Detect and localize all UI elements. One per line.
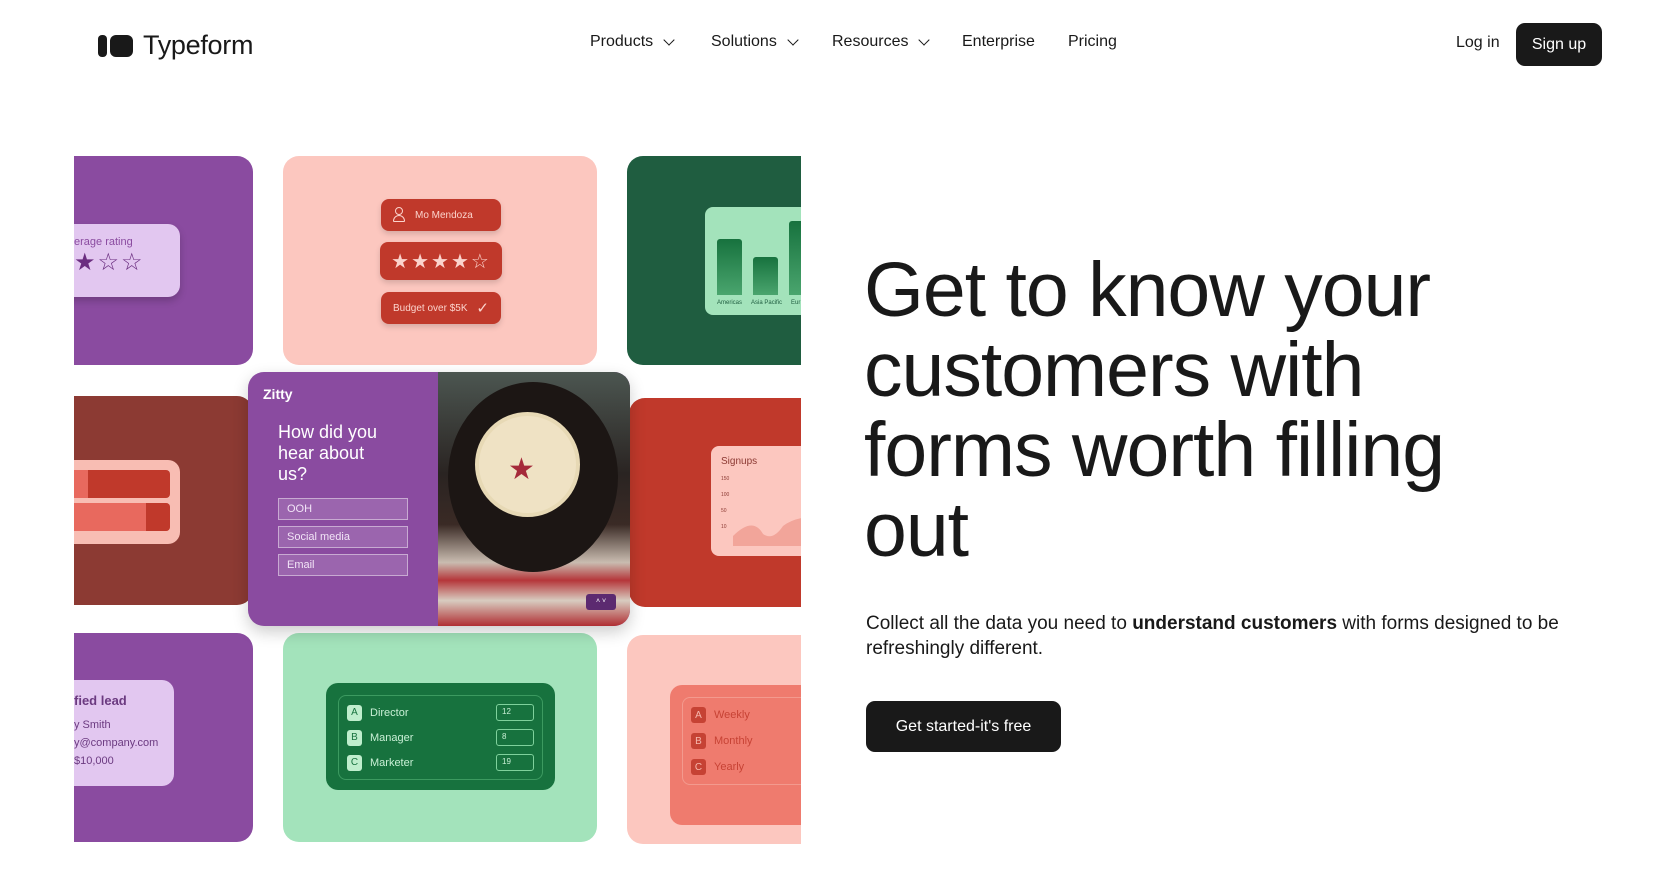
role-row[interactable]: C Marketer 19 — [347, 750, 534, 775]
role-row[interactable]: B Manager 8 — [347, 725, 534, 750]
lead-email: y@company.com — [74, 737, 159, 749]
frequency-option[interactable]: B Monthly — [691, 728, 801, 754]
frequency-option[interactable]: C Yearly — [691, 754, 801, 780]
zitty-form-card: Zitty How did you hear about us? OOH Soc… — [248, 372, 630, 626]
nav-products[interactable]: Products — [590, 33, 675, 51]
logo[interactable]: Typeform — [98, 30, 253, 61]
check-icon: ✓ — [476, 300, 489, 317]
roles-card: A Director 12 B Manager 8 C Marketer 19 — [283, 633, 597, 842]
user-icon — [393, 207, 405, 223]
profile-card: Mo Mendoza ★★★★☆ Budget over $5K ✓ — [283, 156, 597, 365]
zitty-brand: Zitty — [263, 386, 293, 402]
hero-description: Collect all the data you need to underst… — [866, 613, 1559, 659]
login-link[interactable]: Log in — [1456, 34, 1500, 52]
option-ooh[interactable]: OOH — [278, 498, 408, 520]
lead-card: fied lead y Smith y@company.com $10,000 — [74, 633, 253, 842]
frequency-option[interactable]: A Weekly — [691, 702, 801, 728]
area-chart — [733, 518, 801, 546]
lead-name: y Smith — [74, 719, 111, 731]
signups-title: Signups — [721, 456, 758, 467]
brand-name: Typeform — [143, 30, 254, 60]
hero-heading: Get to know your customers with forms wo… — [864, 247, 1445, 573]
nav-pricing[interactable]: Pricing — [1068, 33, 1117, 51]
tick-label: 150 — [721, 476, 730, 482]
budget-label: Budget over $5K — [393, 302, 468, 314]
chevron-down-icon — [918, 33, 931, 46]
chevron-down-icon — [663, 33, 675, 46]
chevron-down-icon — [787, 33, 799, 46]
progress-card — [74, 396, 253, 605]
lead-budget: $10,000 — [74, 755, 114, 767]
rating-card: erage rating ★☆☆ — [74, 156, 253, 365]
chart-label: Asia Pacific — [751, 300, 783, 306]
zitty-photo: ★ ˄ ˅ — [438, 372, 630, 626]
nav-solutions[interactable]: Solutions — [711, 33, 799, 51]
chart-card: Americas Asia Pacific Eur — [627, 156, 801, 365]
typeform-logo-icon — [98, 34, 133, 57]
option-social-media[interactable]: Social media — [278, 526, 408, 548]
get-started-button[interactable]: Get started-it's free — [866, 701, 1061, 752]
rating-label: erage rating — [74, 236, 133, 248]
hero-collage: erage rating ★☆☆ Mo Mendoza ★★★★☆ Budget… — [74, 140, 801, 860]
nav-enterprise[interactable]: Enterprise — [962, 33, 1035, 51]
signup-button[interactable]: Sign up — [1516, 23, 1602, 66]
lead-title: fied lead — [74, 693, 127, 708]
nav-resources[interactable]: Resources — [832, 33, 931, 51]
profile-name: Mo Mendoza — [415, 209, 473, 221]
nav-arrows[interactable]: ˄ ˅ — [586, 594, 616, 610]
signups-card: Signups 150 100 50 10 — [629, 398, 801, 607]
frequency-card: A Weekly B Monthly C Yearly — [627, 635, 801, 844]
tick-label: 100 — [721, 492, 730, 498]
chart-label: Americas — [717, 300, 743, 306]
profile-rating: ★★★★☆ — [380, 242, 502, 280]
star-rating-icon: ★☆☆ — [74, 249, 145, 276]
zitty-question: How did you hear about us? — [278, 422, 378, 484]
role-row[interactable]: A Director 12 — [347, 700, 534, 725]
option-email[interactable]: Email — [278, 554, 408, 576]
chart-label: Eur — [791, 300, 801, 306]
